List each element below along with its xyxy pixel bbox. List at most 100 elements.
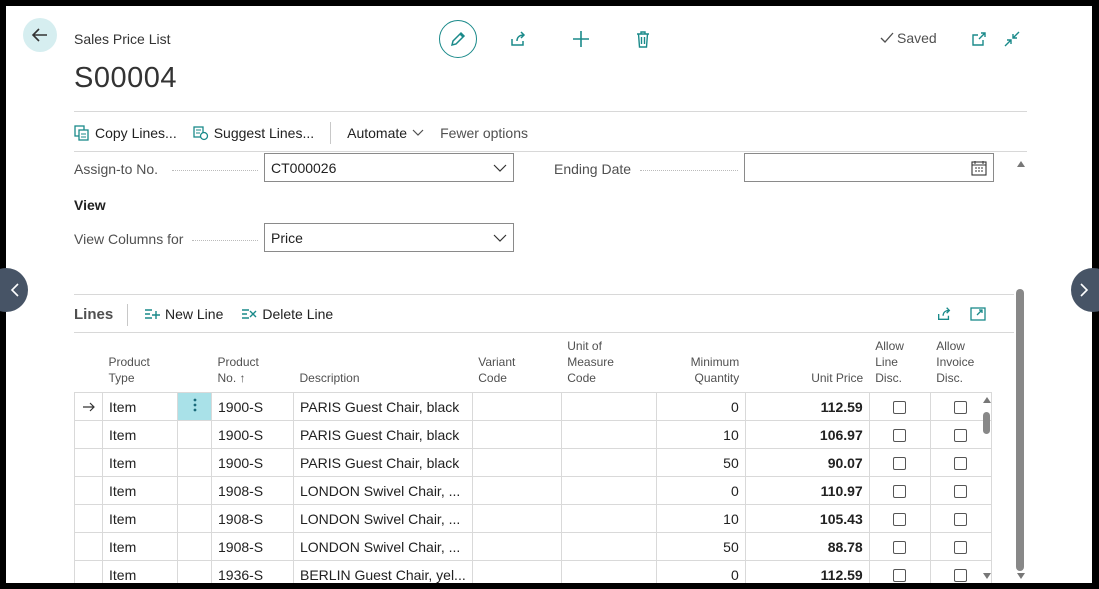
col-allow-line-disc[interactable]: Allow Line Disc. xyxy=(869,338,930,393)
lines-expand-button[interactable] xyxy=(970,306,986,327)
allow-invoice-disc-checkbox[interactable] xyxy=(954,485,968,499)
cell-product-no[interactable]: 1900-S xyxy=(211,448,294,477)
table-row[interactable]: Item 1908-S LONDON Swivel Chair, ... 0 110.9… xyxy=(74,476,992,505)
col-variant-code[interactable]: Variant Code xyxy=(472,338,561,393)
table-row[interactable]: Item 1936-S BERLIN Guest Chair, yel... 0 112… xyxy=(74,560,992,583)
share-button[interactable] xyxy=(499,20,537,58)
view-columns-field[interactable]: Price xyxy=(264,223,514,252)
allow-line-disc-checkbox[interactable] xyxy=(893,569,907,583)
grid-scrollbar-thumb[interactable] xyxy=(983,412,990,434)
row-selector[interactable] xyxy=(74,392,103,421)
cell-product-no[interactable]: 1900-S xyxy=(211,392,294,421)
row-menu[interactable] xyxy=(177,532,212,561)
row-selector[interactable] xyxy=(74,420,103,449)
row-selector[interactable] xyxy=(74,476,103,505)
breadcrumb[interactable]: Sales Price List xyxy=(74,31,170,47)
cell-minimum-quantity[interactable]: 50 xyxy=(655,448,746,477)
cell-minimum-quantity[interactable]: 0 xyxy=(655,560,746,583)
cell-description[interactable]: LONDON Swivel Chair, ... xyxy=(293,476,473,505)
cell-uom-code[interactable] xyxy=(560,392,657,421)
cell-allow-line-disc[interactable] xyxy=(868,448,931,477)
cell-product-no[interactable]: 1908-S xyxy=(211,504,294,533)
allow-line-disc-checkbox[interactable] xyxy=(893,429,907,443)
page-scrollbar-thumb[interactable] xyxy=(1016,289,1024,571)
table-row[interactable]: Item 1900-S PARIS Guest Chair, black 0 112.5… xyxy=(74,392,992,421)
allow-line-disc-checkbox[interactable] xyxy=(893,485,907,499)
cell-description[interactable]: PARIS Guest Chair, black xyxy=(293,448,473,477)
cell-product-type[interactable]: Item xyxy=(102,420,178,449)
cell-allow-line-disc[interactable] xyxy=(868,532,931,561)
cell-product-type[interactable]: Item xyxy=(102,476,178,505)
row-menu[interactable] xyxy=(177,504,212,533)
grid-scrollbar[interactable] xyxy=(981,392,993,583)
row-menu[interactable] xyxy=(177,560,212,583)
col-allow-invoice-disc[interactable]: Allow Invoice Disc. xyxy=(930,338,991,393)
new-line-button[interactable]: New Line xyxy=(144,306,223,322)
row-menu[interactable] xyxy=(177,448,212,477)
assign-to-field[interactable]: CT000026 xyxy=(264,153,514,182)
fewer-options-button[interactable]: Fewer options xyxy=(440,125,528,141)
row-menu[interactable] xyxy=(177,392,212,421)
collapse-button[interactable] xyxy=(993,20,1031,58)
allow-line-disc-checkbox[interactable] xyxy=(893,513,907,527)
cell-description[interactable]: PARIS Guest Chair, black xyxy=(293,392,473,421)
cell-variant-code[interactable] xyxy=(471,392,562,421)
col-description[interactable]: Description xyxy=(294,338,473,393)
cell-uom-code[interactable] xyxy=(560,560,657,583)
cell-uom-code[interactable] xyxy=(560,532,657,561)
allow-invoice-disc-checkbox[interactable] xyxy=(954,569,968,583)
row-selector[interactable] xyxy=(74,532,103,561)
cell-product-type[interactable]: Item xyxy=(102,448,178,477)
row-menu[interactable] xyxy=(177,476,212,505)
cell-unit-price[interactable]: 90.07 xyxy=(744,448,870,477)
row-selector[interactable] xyxy=(74,560,103,583)
automate-menu[interactable]: Automate xyxy=(347,125,424,141)
cell-product-no[interactable]: 1908-S xyxy=(211,476,294,505)
delete-button[interactable] xyxy=(624,20,662,58)
cell-uom-code[interactable] xyxy=(560,476,657,505)
cell-variant-code[interactable] xyxy=(471,448,562,477)
scroll-down-icon[interactable] xyxy=(1016,572,1026,580)
cell-minimum-quantity[interactable]: 0 xyxy=(655,392,746,421)
table-row[interactable]: Item 1900-S PARIS Guest Chair, black 10 106.… xyxy=(74,420,992,449)
row-menu[interactable] xyxy=(177,420,212,449)
cell-allow-line-disc[interactable] xyxy=(868,560,931,583)
allow-invoice-disc-checkbox[interactable] xyxy=(954,541,968,555)
cell-minimum-quantity[interactable]: 10 xyxy=(655,504,746,533)
cell-uom-code[interactable] xyxy=(560,504,657,533)
back-button[interactable] xyxy=(23,18,57,52)
suggest-lines-button[interactable]: Suggest Lines... xyxy=(193,125,314,141)
new-button[interactable] xyxy=(562,20,600,58)
cell-product-no[interactable]: 1900-S xyxy=(211,420,294,449)
cell-allow-line-disc[interactable] xyxy=(868,476,931,505)
cell-minimum-quantity[interactable]: 10 xyxy=(655,420,746,449)
cell-unit-price[interactable]: 88.78 xyxy=(744,532,870,561)
cell-unit-price[interactable]: 112.59 xyxy=(744,392,870,421)
row-selector[interactable] xyxy=(74,448,103,477)
cell-allow-line-disc[interactable] xyxy=(868,504,931,533)
cell-unit-price[interactable]: 110.97 xyxy=(744,476,870,505)
cell-description[interactable]: BERLIN Guest Chair, yel... xyxy=(293,560,473,583)
allow-line-disc-checkbox[interactable] xyxy=(893,457,907,471)
cell-variant-code[interactable] xyxy=(471,560,562,583)
delete-line-button[interactable]: Delete Line xyxy=(241,306,333,322)
cell-description[interactable]: LONDON Swivel Chair, ... xyxy=(293,504,473,533)
edit-button[interactable] xyxy=(439,20,477,58)
ending-date-field[interactable] xyxy=(744,153,994,182)
scroll-down-icon[interactable] xyxy=(982,572,992,580)
cell-unit-price[interactable]: 112.59 xyxy=(744,560,870,583)
cell-variant-code[interactable] xyxy=(471,504,562,533)
cell-variant-code[interactable] xyxy=(471,420,562,449)
page-scrollbar[interactable] xyxy=(1015,156,1027,583)
cell-description[interactable]: PARIS Guest Chair, black xyxy=(293,420,473,449)
col-unit-price[interactable]: Unit Price xyxy=(745,338,869,393)
allow-invoice-disc-checkbox[interactable] xyxy=(954,457,968,471)
copy-lines-button[interactable]: Copy Lines... xyxy=(74,125,177,141)
allow-invoice-disc-checkbox[interactable] xyxy=(954,429,968,443)
col-product-type[interactable]: Product Type xyxy=(103,338,178,393)
allow-line-disc-checkbox[interactable] xyxy=(893,401,907,415)
table-row[interactable]: Item 1900-S PARIS Guest Chair, black 50 90.0… xyxy=(74,448,992,477)
cell-description[interactable]: LONDON Swivel Chair, ... xyxy=(293,532,473,561)
cell-minimum-quantity[interactable]: 50 xyxy=(655,532,746,561)
allow-invoice-disc-checkbox[interactable] xyxy=(954,513,968,527)
